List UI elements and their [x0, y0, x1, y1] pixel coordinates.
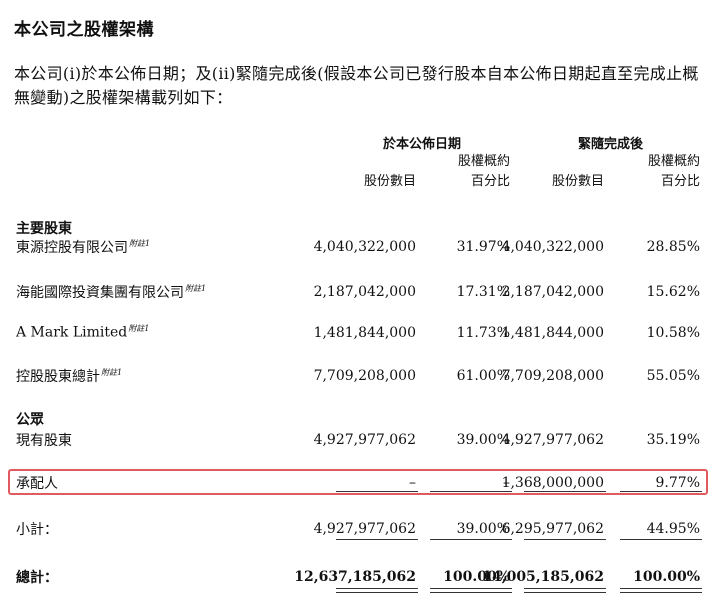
cell-shares2: 2,187,042,000 [501, 284, 604, 300]
cell-shares2: 6,295,977,062 [501, 521, 604, 537]
cell-shares1: 2,187,042,000 [313, 284, 416, 300]
row-label-text: 控股股東總計 [16, 369, 100, 385]
row-label-controlling-total: 控股股東總計附註1 [16, 366, 122, 386]
header-period-2: 緊隨完成後 [578, 137, 644, 152]
section-title: 本公司之股權架構 [14, 20, 154, 40]
double-underline-shares2 [524, 588, 606, 593]
row-label-text: A Mark Limited [16, 324, 128, 341]
cell-pct2: 28.85% [646, 239, 700, 255]
underline-pct1 [430, 539, 512, 540]
header-pct-2-line1: 股權概約 [647, 154, 700, 169]
cell-shares1: 12,637,185,062 [294, 569, 416, 585]
cell-pct2: 35.19% [646, 432, 700, 448]
row-label-dongyuan: 東源控股有限公司附註1 [16, 237, 150, 257]
underline-pct2 [620, 539, 702, 540]
cell-shares1: 1,481,844,000 [313, 325, 416, 341]
note-ref: 附註1 [185, 284, 207, 294]
row-label-a-mark: A Mark Limited附註1 [16, 323, 149, 341]
row-label-haineng: 海能國際投資集團有限公司附註1 [16, 282, 206, 302]
section-major-shareholders: 主要股東 [16, 221, 72, 237]
shareholding-page: 本公司之股權架構 本公司(i)於本公佈日期；及(ii)緊隨完成後(假設本公司已發… [0, 0, 722, 614]
cell-shares2: 7,709,208,000 [501, 368, 604, 384]
cell-shares2: 1,368,000,000 [501, 475, 604, 491]
header-pct-1-line1: 股權概約 [457, 154, 510, 169]
cell-pct2: 15.62% [646, 284, 700, 300]
cell-pct2: 10.58% [646, 325, 700, 341]
double-underline-shares1 [336, 588, 418, 593]
underline-shares1 [336, 491, 418, 492]
intro-paragraph: 本公司(i)於本公佈日期；及(ii)緊隨完成後(假設本公司已發行股本自本公佈日期… [14, 64, 699, 107]
row-label-placees: 承配人 [16, 476, 58, 492]
note-ref: 附註1 [101, 368, 123, 378]
row-label-existing-shareholders: 現有股東 [16, 433, 72, 449]
row-label-text: 東源控股有限公司 [16, 240, 128, 256]
header-pct-2: 股權概約 百分比 [648, 152, 700, 192]
cell-shares1: – [409, 475, 416, 491]
cell-shares1: 4,927,977,062 [313, 521, 416, 537]
cell-shares1: 7,709,208,000 [313, 368, 416, 384]
cell-shares2: 1,481,844,000 [501, 325, 604, 341]
cell-pct2: 55.05% [646, 368, 700, 384]
double-underline-pct2 [620, 588, 702, 593]
row-label-subtotal: 小計： [16, 522, 58, 538]
section-public: 公眾 [16, 412, 44, 428]
underline-pct1 [430, 491, 512, 492]
cell-shares2: 4,927,977,062 [501, 432, 604, 448]
cell-pct2: 44.95% [646, 521, 700, 537]
underline-shares2 [524, 491, 606, 492]
header-pct-1-line2: 百分比 [470, 174, 510, 189]
underline-pct2 [620, 491, 702, 492]
cell-shares2: 4,040,322,000 [501, 239, 604, 255]
note-ref: 附註1 [128, 324, 150, 333]
header-pct-1: 股權概約 百分比 [458, 152, 510, 192]
cell-shares2: 14,005,185,062 [482, 569, 604, 585]
header-period-1: 於本公佈日期 [383, 137, 462, 152]
note-ref: 附註1 [129, 239, 151, 249]
row-label-text: 海能國際投資集團有限公司 [16, 285, 184, 301]
double-underline-pct1 [430, 588, 512, 593]
cell-shares1: 4,040,322,000 [313, 239, 416, 255]
cell-pct2: 100.00% [633, 569, 700, 585]
row-label-total: 總計： [16, 570, 58, 586]
header-shares-2: 股份數目 [551, 174, 604, 189]
header-shares-1: 股份數目 [363, 174, 416, 189]
cell-pct2: 9.77% [655, 475, 700, 491]
underline-shares1 [336, 539, 418, 540]
cell-shares1: 4,927,977,062 [313, 432, 416, 448]
header-pct-2-line2: 百分比 [660, 174, 700, 189]
underline-shares2 [524, 539, 606, 540]
